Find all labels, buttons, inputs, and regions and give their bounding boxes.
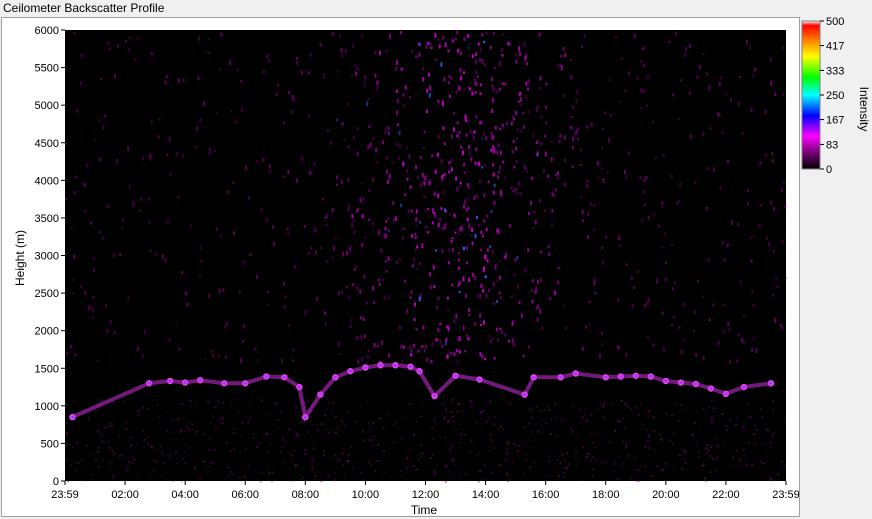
y-tick-label: 1000 [35,401,59,413]
plot-area[interactable] [65,30,786,481]
x-tick-label: 04:00 [171,489,199,501]
x-tick-label: 23:59 [51,489,79,501]
colorbar: 0 83 167 250 333 417 500 Intensity [801,17,871,176]
x-tick-label: 08:00 [292,489,320,501]
x-axis: 23:59 02:00 04:00 06:00 08:00 10:00 12:00 14:00… [51,481,799,501]
colorbar-tick-label: 83 [826,139,838,151]
y-tick-label: 4000 [35,175,59,187]
y-tick-label: 3500 [35,213,59,225]
x-tick-label: 10:00 [352,489,380,501]
chart-panel: 0 500 1000 1500 2000 2500 3000 3500 4000 4500 5000… [1,17,800,517]
colorbar-tick-label: 250 [826,90,844,102]
y-tick-label: 3000 [35,251,59,263]
colorbar-tick-label: 0 [826,164,832,176]
x-tick-label: 22:00 [712,489,740,501]
y-tick-label: 5000 [35,100,59,112]
y-tick-label: 0 [53,476,59,488]
y-tick-label: 2000 [35,326,59,338]
colorbar-ticks: 0 83 167 250 333 417 500 [820,17,844,176]
x-tick-label: 14:00 [472,489,500,501]
x-tick-label: 02:00 [111,489,139,501]
y-tick-label: 4500 [35,138,59,150]
x-tick-label: 23:59 [772,489,799,501]
y-tick-label: 6000 [35,25,59,37]
y-tick-label: 1500 [35,363,59,375]
x-tick-label: 18:00 [592,489,620,501]
colorbar-tick-label: 500 [826,17,844,28]
y-axis-title: Height (m) [13,230,27,286]
colorbar-tick-label: 167 [826,115,844,127]
x-tick-label: 12:00 [412,489,440,501]
chart-title: Ceilometer Backscatter Profile [3,1,165,15]
x-tick-label: 06:00 [231,489,259,501]
heatmap-chart: 0 500 1000 1500 2000 2500 3000 3500 4000 4500 5000… [13,25,799,516]
x-tick-label: 16:00 [532,489,560,501]
y-tick-label: 2500 [35,288,59,300]
colorbar-tick-label: 417 [826,41,844,53]
x-tick-label: 20:00 [652,489,680,501]
y-tick-label: 500 [41,438,59,450]
colorbar-tick-label: 333 [826,65,844,77]
y-axis: 0 500 1000 1500 2000 2500 3000 3500 4000 4500 5000… [35,25,65,488]
colorbar-label: Intensity [857,87,871,132]
colorbar-scale[interactable] [801,20,821,170]
x-axis-title: Time [411,503,438,516]
y-tick-label: 5500 [35,63,59,75]
